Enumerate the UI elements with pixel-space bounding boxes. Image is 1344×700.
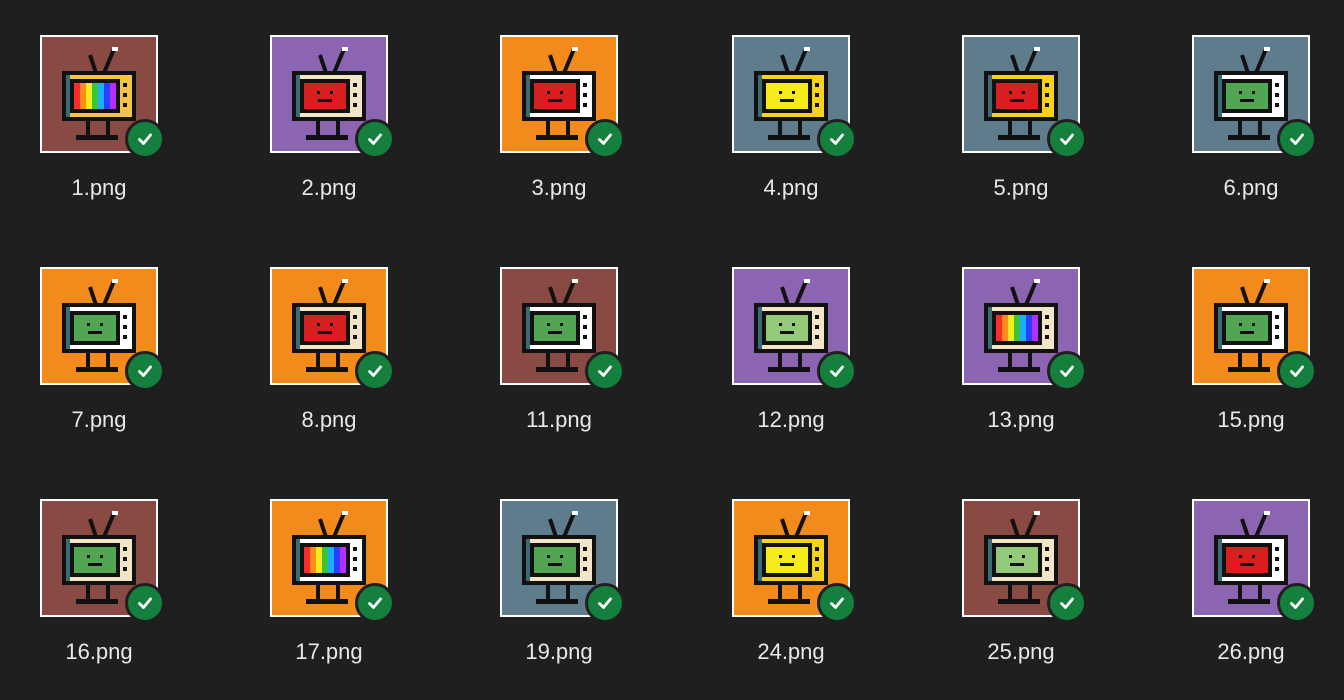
file-name[interactable]: 17.png — [248, 639, 410, 665]
checkmark-badge-icon — [125, 351, 165, 391]
checkmark-badge-icon — [1277, 351, 1317, 391]
file-name[interactable]: 16.png — [18, 639, 180, 665]
file-name[interactable]: 2.png — [248, 175, 410, 201]
file-grid: 1.png 2.png 3.png 4.png 5.png 6.png 7.pn… — [0, 0, 1344, 700]
file-name[interactable]: 5.png — [940, 175, 1102, 201]
file-item[interactable]: 2.png — [270, 35, 430, 215]
checkmark-badge-icon — [817, 351, 857, 391]
checkmark-badge-icon — [1277, 119, 1317, 159]
checkmark-badge-icon — [355, 119, 395, 159]
file-item[interactable]: 11.png — [500, 267, 660, 447]
checkmark-badge-icon — [355, 583, 395, 623]
checkmark-badge-icon — [585, 351, 625, 391]
checkmark-badge-icon — [1047, 119, 1087, 159]
file-item[interactable]: 24.png — [732, 499, 892, 679]
checkmark-badge-icon — [817, 583, 857, 623]
file-item[interactable]: 12.png — [732, 267, 892, 447]
file-name[interactable]: 25.png — [940, 639, 1102, 665]
checkmark-badge-icon — [585, 119, 625, 159]
file-item[interactable]: 17.png — [270, 499, 430, 679]
file-item[interactable]: 3.png — [500, 35, 660, 215]
file-name[interactable]: 24.png — [710, 639, 872, 665]
file-item[interactable]: 19.png — [500, 499, 660, 679]
file-name[interactable]: 26.png — [1170, 639, 1332, 665]
checkmark-badge-icon — [817, 119, 857, 159]
file-item[interactable]: 16.png — [40, 499, 200, 679]
file-item[interactable]: 26.png — [1192, 499, 1344, 679]
file-name[interactable]: 19.png — [478, 639, 640, 665]
file-name[interactable]: 3.png — [478, 175, 640, 201]
file-item[interactable]: 1.png — [40, 35, 200, 215]
file-name[interactable]: 13.png — [940, 407, 1102, 433]
checkmark-badge-icon — [355, 351, 395, 391]
file-item[interactable]: 13.png — [962, 267, 1122, 447]
file-item[interactable]: 25.png — [962, 499, 1122, 679]
checkmark-badge-icon — [1047, 583, 1087, 623]
file-name[interactable]: 6.png — [1170, 175, 1332, 201]
file-name[interactable]: 4.png — [710, 175, 872, 201]
checkmark-badge-icon — [585, 583, 625, 623]
file-item[interactable]: 6.png — [1192, 35, 1344, 215]
checkmark-badge-icon — [125, 119, 165, 159]
file-name[interactable]: 11.png — [478, 407, 640, 433]
checkmark-badge-icon — [125, 583, 165, 623]
file-name[interactable]: 8.png — [248, 407, 410, 433]
file-name[interactable]: 12.png — [710, 407, 872, 433]
file-item[interactable]: 7.png — [40, 267, 200, 447]
file-item[interactable]: 15.png — [1192, 267, 1344, 447]
file-item[interactable]: 4.png — [732, 35, 892, 215]
file-name[interactable]: 7.png — [18, 407, 180, 433]
file-item[interactable]: 8.png — [270, 267, 430, 447]
file-item[interactable]: 5.png — [962, 35, 1122, 215]
checkmark-badge-icon — [1277, 583, 1317, 623]
file-name[interactable]: 15.png — [1170, 407, 1332, 433]
checkmark-badge-icon — [1047, 351, 1087, 391]
file-name[interactable]: 1.png — [18, 175, 180, 201]
